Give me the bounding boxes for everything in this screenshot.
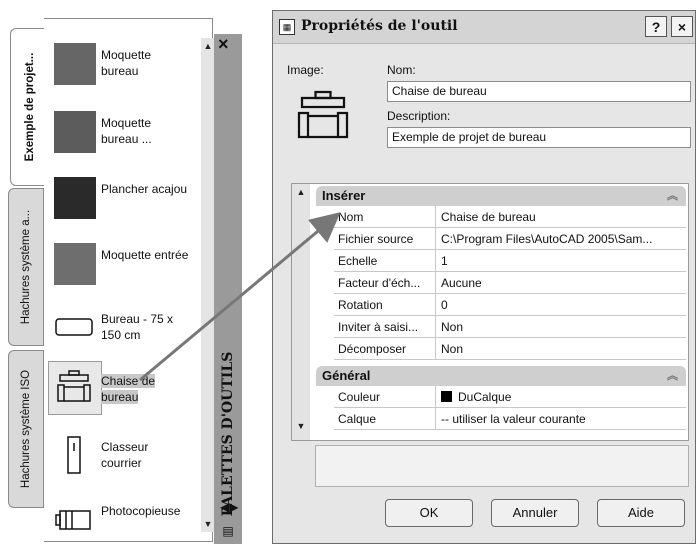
tool-moquette-entree[interactable]: Moquette entrée — [44, 233, 212, 297]
scroll-up-icon[interactable]: ▲ — [202, 40, 214, 52]
description-field[interactable]: Exemple de projet de bureau — [387, 127, 691, 148]
palette-tabs: Exemple de projet... Hachures système a.… — [4, 8, 48, 543]
tool-label: Moquette entrée — [101, 248, 189, 262]
hatch-swatch — [54, 177, 96, 219]
collapse-icon[interactable]: ︽ — [667, 186, 678, 206]
property-row-calque[interactable]: Calque -- utiliser la valeur courante — [334, 408, 686, 430]
office-chair-icon — [57, 370, 91, 402]
tool-label: Moquette bureau ... — [101, 116, 152, 146]
close-button[interactable]: × — [671, 16, 693, 37]
tool-classeur-courrier[interactable]: Classeur courrier — [44, 425, 212, 489]
section-general[interactable]: Général ︽ — [316, 366, 686, 386]
cancel-button[interactable]: Annuler — [491, 499, 579, 527]
tab-hachures-systeme-a[interactable]: Hachures système a... — [8, 188, 44, 346]
property-row-echelle[interactable]: Echelle 1 — [334, 250, 686, 272]
hatch-swatch — [54, 243, 96, 285]
property-description-box — [315, 445, 689, 487]
section-inserer[interactable]: Insérer ︽ — [316, 186, 686, 206]
close-icon[interactable]: × — [218, 34, 229, 55]
tool-list: Moquette bureau Moquette bureau ... Plan… — [44, 18, 213, 542]
name-field[interactable]: Chaise de bureau — [387, 81, 691, 102]
scroll-up-icon[interactable]: ▲ — [295, 186, 307, 198]
help-button[interactable]: ? — [645, 16, 667, 37]
hatch-swatch — [54, 111, 96, 153]
tool-moquette-bureau[interactable]: Moquette bureau — [44, 33, 212, 97]
collapse-icon[interactable]: ︽ — [667, 366, 678, 386]
tool-palette: Exemple de projet... Hachures système a.… — [4, 8, 248, 544]
tool-properties-dialog: ▦ Propriétés de l'outil ? × Image: Nom: … — [272, 10, 696, 544]
property-row-nom[interactable]: Nom Chaise de bureau — [334, 206, 686, 228]
help-dialog-button[interactable]: Aide — [597, 499, 685, 527]
tool-moquette-bureau-2[interactable]: Moquette bureau ... — [44, 101, 212, 165]
property-row-inviter[interactable]: Inviter à saisi... Non — [334, 316, 686, 338]
photocopier-icon — [55, 510, 91, 530]
tool-photocopieuse[interactable]: Photocopieuse — [44, 489, 212, 553]
tool-label: Plancher acajou — [101, 182, 188, 196]
tab-hachures-systeme-iso[interactable]: Hachures système ISO — [8, 350, 44, 508]
property-row-couleur[interactable]: Couleur DuCalque — [334, 386, 686, 408]
property-row-decomposer[interactable]: Décomposer Non — [334, 338, 686, 360]
image-label: Image: — [287, 63, 324, 77]
description-label: Description: — [387, 109, 451, 123]
scroll-down-icon[interactable]: ▼ — [295, 420, 307, 432]
name-label: Nom: — [387, 63, 416, 77]
scroll-down-icon[interactable]: ▼ — [202, 518, 214, 530]
auto-hide-icon[interactable]: ◀▶ — [220, 500, 238, 516]
tool-label: Bureau - 75 x 150 cm — [101, 312, 174, 342]
property-row-rotation[interactable]: Rotation 0 — [334, 294, 686, 316]
desk-icon — [55, 318, 93, 336]
grid-scrollbar[interactable]: ▲ ▼ — [292, 184, 310, 440]
ok-button[interactable]: OK — [385, 499, 473, 527]
dialog-title: Propriétés de l'outil — [301, 18, 458, 34]
color-swatch — [441, 391, 452, 402]
file-cabinet-icon — [67, 436, 81, 474]
property-row-fichier-source[interactable]: Fichier source C:\Program Files\AutoCAD … — [334, 228, 686, 250]
dialog-app-icon: ▦ — [279, 19, 295, 35]
tool-label: Classeur courrier — [101, 440, 149, 470]
tool-bureau[interactable]: Bureau - 75 x 150 cm — [44, 297, 212, 361]
palette-title-bar[interactable]: × PALETTES D'OUTILS ◀▶ ▤ — [214, 34, 242, 544]
tool-plancher-acajou[interactable]: Plancher acajou — [44, 167, 212, 231]
tool-label: Chaise de bureau — [101, 374, 156, 404]
tool-chaise-de-bureau[interactable]: Chaise de bureau — [44, 359, 212, 423]
property-grid: ▲ ▼ Insérer ︽ Nom Chaise de bureau Fichi… — [291, 183, 689, 441]
palette-title: PALETTES D'OUTILS — [220, 351, 236, 517]
tool-label: Moquette bureau — [101, 48, 152, 78]
properties-menu-icon[interactable]: ▤ — [220, 524, 236, 540]
hatch-swatch — [54, 43, 96, 85]
dialog-titlebar[interactable]: ▦ Propriétés de l'outil ? × — [273, 11, 695, 44]
property-row-facteur[interactable]: Facteur d'éch... Aucune — [334, 272, 686, 294]
palette-scrollbar[interactable]: ▲ ▼ — [201, 38, 215, 532]
tool-label: Photocopieuse — [101, 504, 181, 518]
tab-exemple-de-projet[interactable]: Exemple de projet... — [10, 28, 48, 186]
office-chair-preview-icon — [297, 90, 349, 139]
